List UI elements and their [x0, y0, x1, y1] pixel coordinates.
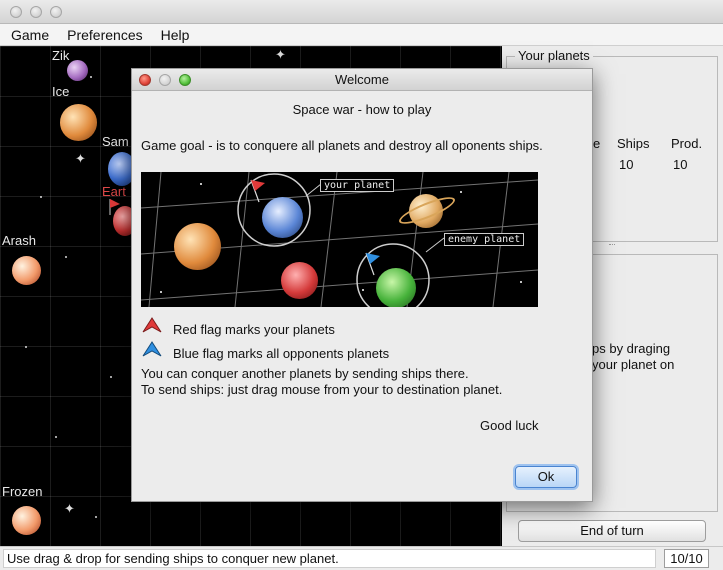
- planet-label-zik: Zik: [52, 48, 70, 63]
- minimize-dialog-icon[interactable]: [159, 74, 171, 86]
- column-header-prod: Prod.: [671, 136, 703, 151]
- enemy-planet-label: enemy planet: [444, 233, 525, 246]
- welcome-dialog: Welcome Space war - how to play Game goa…: [131, 68, 593, 502]
- ships-value: 10: [619, 157, 634, 172]
- illustration-red-flag-icon: [250, 179, 265, 203]
- close-window-icon[interactable]: [10, 6, 22, 18]
- send-ships-text: To send ships: just drag mouse from your…: [141, 382, 503, 397]
- sparkle-star: ✦: [75, 151, 86, 166]
- zoom-window-icon[interactable]: [50, 6, 62, 18]
- dialog-titlebar: Welcome: [132, 69, 592, 91]
- minimize-window-icon[interactable]: [30, 6, 42, 18]
- how-to-play-illustration: your planet enemy planet: [141, 172, 538, 307]
- hint-line-2: your planet on: [592, 357, 675, 372]
- red-flag-icon: [142, 317, 162, 333]
- illustration-earth-planet: [262, 197, 303, 238]
- end-of-turn-button[interactable]: End of turn: [518, 520, 706, 542]
- planet-label-ice: Ice: [52, 84, 70, 99]
- star: [95, 516, 97, 518]
- close-dialog-icon[interactable]: [139, 74, 151, 86]
- planet-label-frozen: Frozen: [2, 484, 43, 499]
- your-planets-legend: Your planets: [515, 48, 593, 63]
- menu-game[interactable]: Game: [2, 27, 58, 43]
- planet-zik[interactable]: [67, 60, 88, 81]
- illustration-blue-flag-icon: [365, 252, 380, 276]
- planet-label-sam: Sam: [102, 134, 129, 149]
- menu-help[interactable]: Help: [152, 27, 199, 43]
- blue-flag-icon: [142, 341, 162, 357]
- column-header-ships: Ships: [617, 136, 650, 151]
- menu-preferences[interactable]: Preferences: [58, 27, 151, 43]
- dialog-heading: Space war - how to play: [292, 102, 432, 117]
- illustration-green-planet: [376, 268, 416, 307]
- illustration-red-planet: [281, 262, 318, 299]
- star: [40, 196, 42, 198]
- star: [90, 76, 92, 78]
- star: [55, 436, 57, 438]
- sparkle-star: ✦: [275, 47, 286, 62]
- blue-flag-text: Blue flag marks all opponents planets: [173, 346, 390, 361]
- turn-counter: 10/10: [664, 549, 709, 568]
- your-planet-label: your planet: [320, 179, 395, 192]
- planet-frozen[interactable]: [12, 506, 41, 535]
- main-window-titlebar: [0, 0, 723, 24]
- illustration-jupiter-planet: [174, 223, 221, 270]
- sparkle-star: ✦: [64, 501, 75, 516]
- star: [25, 346, 27, 348]
- planet-ice[interactable]: [60, 104, 97, 141]
- planet-label-earth: Eart: [102, 184, 126, 199]
- planet-label-arash: Arash: [2, 233, 36, 248]
- menu-bar: Game Preferences Help: [0, 24, 723, 46]
- ok-button[interactable]: Ok: [515, 466, 577, 488]
- prod-value: 10: [673, 157, 688, 172]
- good-luck-text: Good luck: [480, 418, 539, 433]
- split-pane-divider[interactable]: [609, 244, 615, 248]
- conquer-text: You can conquer another planets by sendi…: [141, 366, 469, 381]
- column-header-name: e: [593, 136, 601, 151]
- zoom-dialog-icon[interactable]: [179, 74, 191, 86]
- red-flag-text: Red flag marks your planets: [173, 322, 335, 337]
- planet-arash[interactable]: [12, 256, 41, 285]
- star: [65, 256, 67, 258]
- status-bar: Use drag & drop for sending ships to con…: [0, 546, 723, 570]
- dialog-title: Welcome: [335, 72, 389, 87]
- status-message: Use drag & drop for sending ships to con…: [3, 549, 656, 568]
- game-goal-text: Game goal - is to conquere all planets a…: [141, 138, 543, 153]
- star: [110, 376, 112, 378]
- hint-line-1: ps by draging: [592, 341, 671, 356]
